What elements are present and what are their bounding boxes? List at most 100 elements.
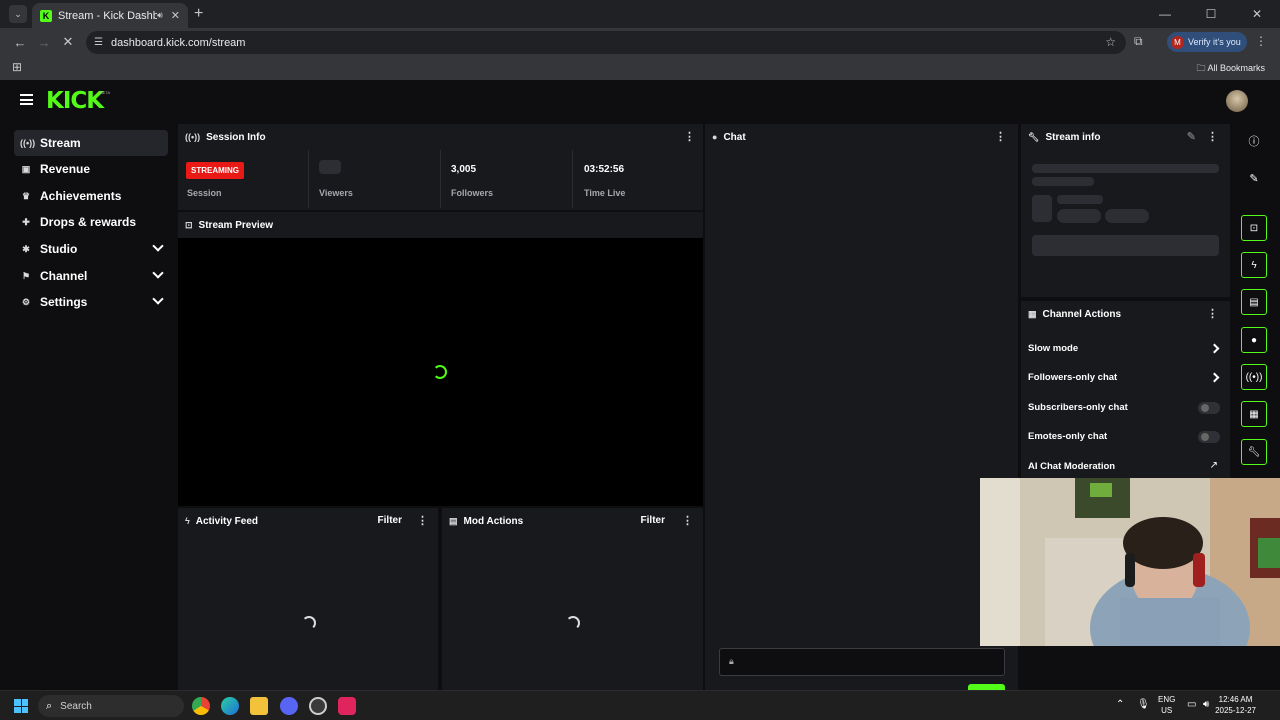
chevron-down-icon: [152, 293, 164, 305]
subscribers-only-toggle[interactable]: [1198, 402, 1220, 414]
slow-mode-item[interactable]: Slow mode: [1028, 343, 1078, 354]
followers-only-item[interactable]: Followers-only chat: [1028, 372, 1117, 383]
extensions-icon[interactable]: ⧉: [1134, 34, 1143, 49]
more-options-icon[interactable]: ⋮: [995, 130, 1006, 143]
audio-playing-icon[interactable]: 🔊︎: [157, 10, 163, 21]
bookmark-star-icon[interactable]: ☆: [1105, 35, 1116, 49]
browser-tab[interactable]: K Stream - Kick Dashboard 🔊︎ ✕: [32, 3, 188, 28]
edit-pencil-icon[interactable]: ✎: [1241, 165, 1267, 191]
back-icon[interactable]: ←: [8, 35, 32, 50]
more-options-icon[interactable]: ⋮: [417, 514, 428, 527]
window-controls: — ☐ ✕: [1142, 0, 1280, 28]
preview-icon: ⊡: [185, 219, 193, 230]
gear-icon: ⚙: [21, 296, 31, 307]
chevron-up-icon[interactable]: ⌃: [1116, 699, 1124, 710]
windows-start-icon[interactable]: [14, 699, 28, 713]
sidebar-item-drops[interactable]: ✚ Drops & rewards: [14, 209, 168, 235]
verify-profile-button[interactable]: M Verify it's you: [1167, 32, 1247, 52]
gift-icon: ✚: [22, 216, 30, 227]
new-tab-button[interactable]: +: [194, 5, 203, 23]
all-bookmarks-link[interactable]: 🗀 All Bookmarks: [1196, 61, 1265, 77]
ai-moderation-item[interactable]: AI Chat Moderation: [1028, 461, 1115, 472]
filter-button[interactable]: Filter: [378, 515, 402, 526]
sidebar-item-stream[interactable]: ((•)) Stream: [14, 130, 168, 156]
external-chart-icon[interactable]: ↗: [1210, 460, 1218, 471]
language-indicator[interactable]: ENG US: [1158, 694, 1175, 716]
stream-preview-title-row: ⊡ Stream Preview: [178, 212, 703, 238]
stream-preview-video[interactable]: [178, 238, 703, 506]
more-options-icon[interactable]: ⋮: [684, 130, 695, 143]
info-icon[interactable]: ⓘ: [1241, 128, 1267, 154]
stat-time-live: 03:52:56 Time Live: [573, 150, 703, 208]
sidebar-item-channel[interactable]: ⚑ Channel: [14, 263, 168, 289]
panel-title: Stream Preview: [198, 219, 274, 231]
preview-icon[interactable]: ⊡: [1241, 215, 1267, 241]
user-avatar[interactable]: [1226, 90, 1248, 112]
sidebar-item-settings[interactable]: ⚙ Settings: [14, 289, 168, 315]
url-field[interactable]: ☰ dashboard.kick.com/stream ☆: [86, 31, 1126, 54]
chat-bubble-icon[interactable]: ●: [1241, 327, 1267, 353]
minimize-icon[interactable]: —: [1142, 0, 1188, 28]
edge-icon[interactable]: [221, 697, 239, 715]
chrome-icon[interactable]: [192, 697, 210, 715]
chevron-down-icon: [152, 240, 164, 252]
app-icon[interactable]: [338, 697, 356, 715]
stat-session: STREAMING Session: [178, 150, 308, 208]
taskbar-search[interactable]: ⌕ Search: [38, 695, 184, 717]
stat-label: Session: [187, 188, 222, 198]
discord-icon[interactable]: [280, 697, 298, 715]
language-code: ENG: [1158, 695, 1176, 704]
emotes-only-toggle[interactable]: [1198, 431, 1220, 443]
dashboard-sidebar: ((•)) Stream ▣ Revenue ♛ Achievements ✚ …: [0, 124, 176, 690]
stat-label: Time Live: [584, 188, 626, 198]
sidebar-item-achievements[interactable]: ♛ Achievements: [14, 183, 168, 209]
maximize-icon[interactable]: ☐: [1188, 0, 1234, 28]
sidebar-item-label: Settings: [40, 295, 88, 309]
browser-tab-bar: ⌄ K Stream - Kick Dashboard 🔊︎ ✕ + — ☐ ✕: [0, 0, 1280, 28]
filter-button[interactable]: Filter: [641, 515, 665, 526]
file-explorer-icon[interactable]: [250, 697, 268, 715]
hamburger-menu-icon[interactable]: [20, 94, 33, 105]
edit-pencil-icon[interactable]: ✎: [1187, 130, 1196, 143]
streaming-badge: STREAMING: [186, 162, 244, 179]
more-options-icon[interactable]: ⋮: [1207, 307, 1218, 320]
obs-icon[interactable]: [309, 697, 327, 715]
sidebar-item-revenue[interactable]: ▣ Revenue: [14, 156, 168, 182]
stop-loading-icon[interactable]: ✕: [56, 34, 80, 50]
chat-message-input[interactable]: 🔒︎: [719, 648, 1005, 676]
more-options-icon[interactable]: ⋮: [682, 514, 693, 527]
shield-icon: ▤: [449, 515, 458, 526]
close-tab-icon[interactable]: ✕: [171, 9, 180, 22]
all-bookmarks-label: All Bookmarks: [1207, 63, 1265, 73]
chevron-right-icon[interactable]: [1209, 343, 1220, 354]
broadcast-icon[interactable]: ((•)): [1241, 364, 1267, 390]
system-clock[interactable]: 12:46 AM 2025-12-27: [1215, 694, 1256, 716]
chat-bubble-icon: ●: [712, 132, 718, 142]
site-info-icon[interactable]: ☰: [94, 37, 103, 48]
channel-icon[interactable]: ▦: [1241, 401, 1267, 427]
panel-title: Channel Actions: [1042, 308, 1122, 320]
chevron-right-icon[interactable]: [1209, 372, 1220, 383]
kick-logo[interactable]: KICK: [46, 88, 104, 114]
emotes-only-item: Emotes-only chat: [1028, 431, 1108, 442]
volume-icon[interactable]: 🔊︎: [1203, 699, 1209, 710]
activity-feed-panel: ϟ Activity Feed Filter ⋮: [178, 508, 438, 690]
apps-grid-icon[interactable]: ⊞: [12, 60, 22, 74]
more-options-icon[interactable]: ⋮: [1207, 130, 1218, 143]
lightning-icon[interactable]: ϟ: [1241, 252, 1267, 278]
skeleton-tag: [1057, 209, 1101, 223]
verify-label: Verify it's you: [1188, 37, 1241, 47]
document-icon[interactable]: ▤: [1241, 289, 1267, 315]
forward-icon[interactable]: →: [32, 35, 56, 50]
network-icon[interactable]: ▭: [1187, 699, 1196, 710]
close-window-icon[interactable]: ✕: [1234, 0, 1280, 28]
channel-icon: ▦: [1028, 308, 1037, 319]
loading-spinner-icon: [566, 616, 580, 630]
sidebar-item-studio[interactable]: ✱ Studio: [14, 236, 168, 262]
microphone-icon[interactable]: 🎙︎: [1137, 699, 1150, 710]
tab-search-button[interactable]: ⌄: [9, 5, 27, 23]
wrench-icon[interactable]: 🔧︎: [1241, 439, 1267, 465]
skeleton-line: [1057, 195, 1103, 204]
stat-value: 3,005: [451, 164, 477, 175]
browser-menu-icon[interactable]: ⋮: [1255, 34, 1267, 48]
